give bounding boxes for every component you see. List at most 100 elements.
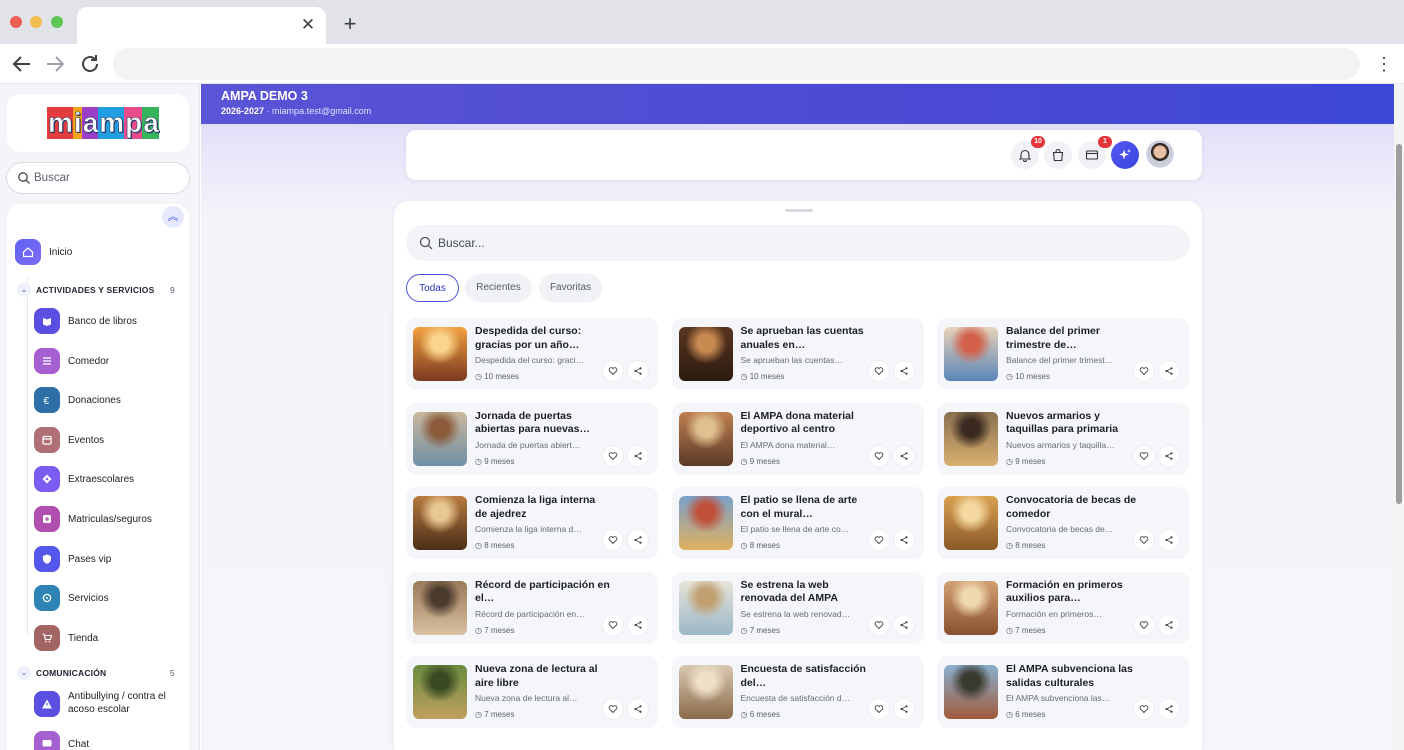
heart-icon[interactable] bbox=[1134, 361, 1154, 381]
news-card[interactable]: Se estrena la web renovada del AMPA Se es… bbox=[671, 571, 924, 644]
heart-icon[interactable] bbox=[868, 614, 889, 635]
heart-icon[interactable] bbox=[603, 361, 623, 381]
news-card[interactable]: Balance del primer trimestre de… Balance … bbox=[937, 318, 1189, 390]
payment-card-button[interactable]: 1 bbox=[1078, 136, 1112, 169]
share-icon[interactable] bbox=[1159, 361, 1179, 381]
news-card[interactable]: Récord de participación en el… Récord de … bbox=[406, 571, 658, 644]
news-card[interactable]: El patio se llena de arte con el mural… E… bbox=[671, 487, 924, 559]
reload-icon[interactable] bbox=[78, 52, 102, 76]
news-card[interactable]: El AMPA subvenciona las salidas cultural… bbox=[937, 656, 1189, 728]
sidebar-section-header[interactable]: ⌄ COMUNICACIÓN 5 bbox=[15, 664, 185, 682]
page-scrollbar[interactable] bbox=[1394, 84, 1404, 750]
news-search-input[interactable]: Buscar... bbox=[406, 225, 1190, 261]
share-icon[interactable] bbox=[1159, 699, 1179, 719]
news-summary: Balance del primer trimest… bbox=[1006, 355, 1114, 365]
share-icon[interactable] bbox=[1159, 445, 1179, 466]
news-card[interactable]: Convocatoria de becas de comedor Convocat… bbox=[937, 487, 1189, 559]
news-card[interactable]: Despedida del curso: gracias por un año…… bbox=[406, 318, 658, 390]
heart-icon[interactable] bbox=[603, 530, 623, 550]
user-avatar[interactable] bbox=[1146, 140, 1174, 168]
news-card[interactable]: Formación en primeros auxilios para… Form… bbox=[937, 571, 1189, 644]
shop-bag-button[interactable] bbox=[1044, 141, 1072, 169]
sidebar-item[interactable]: € Donaciones bbox=[34, 386, 184, 414]
back-arrow-icon[interactable] bbox=[10, 52, 34, 76]
sidebar-item[interactable]: Comedor bbox=[34, 347, 184, 375]
filter-chip-favoritas[interactable]: Favoritas bbox=[539, 274, 602, 302]
heart-icon[interactable] bbox=[1134, 614, 1154, 635]
sidebar-item[interactable]: Servicios bbox=[34, 584, 184, 612]
news-summary: Convocatoria de becas de… bbox=[1006, 524, 1114, 534]
tab-close-icon[interactable]: ✕ bbox=[298, 15, 318, 35]
news-card[interactable]: Comienza la liga interna de ajedrez Comie… bbox=[406, 487, 658, 559]
news-card[interactable]: El AMPA dona material deportivo al centr… bbox=[671, 402, 924, 475]
app-logo[interactable]: miampa bbox=[47, 106, 159, 140]
heart-icon[interactable] bbox=[868, 699, 889, 719]
notifications-button[interactable]: 10 bbox=[1011, 136, 1045, 169]
share-icon[interactable] bbox=[893, 361, 914, 381]
panel-grabber[interactable] bbox=[785, 209, 813, 212]
sidebar-item[interactable]: Pases vip bbox=[34, 545, 184, 573]
window-minimize-dot[interactable] bbox=[30, 16, 42, 28]
share-icon[interactable] bbox=[628, 699, 648, 719]
window-close-dot[interactable] bbox=[10, 16, 22, 28]
heart-icon[interactable] bbox=[1134, 445, 1154, 466]
share-icon[interactable] bbox=[893, 445, 914, 466]
heart-icon[interactable] bbox=[603, 445, 623, 466]
share-icon[interactable] bbox=[1159, 614, 1179, 635]
sidebar-menu: ︽ Inicio ⌄ ACTIVIDADES Y SERVICIOS 9 Banco … bbox=[7, 204, 189, 750]
news-card[interactable]: Se aprueban las cuentas anuales en… Se ap… bbox=[671, 318, 924, 390]
heart-icon[interactable] bbox=[1134, 530, 1154, 550]
share-icon[interactable] bbox=[893, 699, 914, 719]
heart-icon[interactable] bbox=[868, 530, 889, 550]
sidebar-section-header[interactable]: ⌄ ACTIVIDADES Y SERVICIOS 9 bbox=[15, 281, 185, 299]
filter-chip-recientes[interactable]: Recientes bbox=[465, 274, 532, 302]
share-icon[interactable] bbox=[628, 614, 648, 635]
forward-arrow-icon[interactable] bbox=[43, 52, 67, 76]
share-icon[interactable] bbox=[628, 361, 648, 381]
notifications-badge: 10 bbox=[1031, 136, 1045, 148]
sidebar-item[interactable]: Chat bbox=[34, 730, 184, 750]
sidebar-item-label: Servicios bbox=[68, 593, 109, 605]
browser-tab[interactable]: ✕ bbox=[77, 7, 326, 44]
address-bar[interactable] bbox=[113, 48, 1360, 80]
share-icon[interactable] bbox=[1159, 530, 1179, 550]
sidebar-item-label: Chat bbox=[68, 739, 90, 750]
top-toolbar: 10 1 bbox=[406, 130, 1202, 180]
heart-icon[interactable] bbox=[603, 614, 623, 635]
filter-chip-todas[interactable]: Todas bbox=[406, 274, 459, 302]
news-card[interactable]: Jornada de puertas abiertas para nuevas…… bbox=[406, 402, 658, 475]
logo-letter: p bbox=[124, 107, 143, 139]
sidebar-item[interactable]: Extraescolares bbox=[34, 465, 184, 493]
news-card[interactable]: Nuevos armarios y taquillas para primari… bbox=[937, 402, 1189, 475]
collapse-all-button[interactable]: ︽ bbox=[162, 206, 184, 228]
browser-menu-icon[interactable]: ⋮ bbox=[1374, 52, 1394, 76]
sidebar-item[interactable]: Tienda bbox=[34, 624, 184, 652]
news-title: Comienza la liga interna de ajedrez bbox=[475, 494, 596, 520]
share-icon[interactable] bbox=[893, 530, 914, 550]
org-email: · miampa.test@gmail.com bbox=[266, 106, 372, 116]
heart-icon[interactable] bbox=[603, 699, 623, 719]
scrollbar-thumb[interactable] bbox=[1396, 144, 1402, 504]
news-thumbnail bbox=[678, 665, 733, 719]
sidebar-item[interactable]: Matriculas/seguros bbox=[34, 505, 184, 533]
sidebar-item-inicio[interactable]: Inicio bbox=[15, 239, 185, 267]
heart-icon[interactable] bbox=[868, 361, 889, 381]
heart-icon[interactable] bbox=[1134, 699, 1154, 719]
sidebar-search-input[interactable]: Buscar bbox=[6, 162, 190, 194]
news-card[interactable]: Encuesta de satisfacción del… Encuesta de… bbox=[671, 656, 924, 728]
news-summary: Comienza la liga interna d… bbox=[475, 524, 582, 534]
ai-assistant-button[interactable] bbox=[1111, 141, 1139, 169]
news-card[interactable]: Nueva zona de lectura al aire libre Nueva… bbox=[406, 656, 658, 728]
share-icon[interactable] bbox=[628, 530, 648, 550]
share-icon[interactable] bbox=[893, 614, 914, 635]
sidebar-item[interactable]: Banco de libros bbox=[34, 307, 184, 335]
sidebar-item[interactable]: Eventos bbox=[34, 426, 184, 454]
sidebar-item[interactable]: Antibullying / contra el acoso escolar bbox=[34, 690, 184, 718]
share-icon[interactable] bbox=[628, 445, 648, 466]
news-summary: Se aprueban las cuentas… bbox=[740, 355, 844, 365]
new-tab-icon[interactable]: + bbox=[338, 13, 362, 37]
window-zoom-dot[interactable] bbox=[51, 16, 63, 28]
heart-icon[interactable] bbox=[868, 445, 889, 466]
book-icon bbox=[34, 308, 60, 334]
sidebar-item-label: Tienda bbox=[68, 632, 99, 644]
